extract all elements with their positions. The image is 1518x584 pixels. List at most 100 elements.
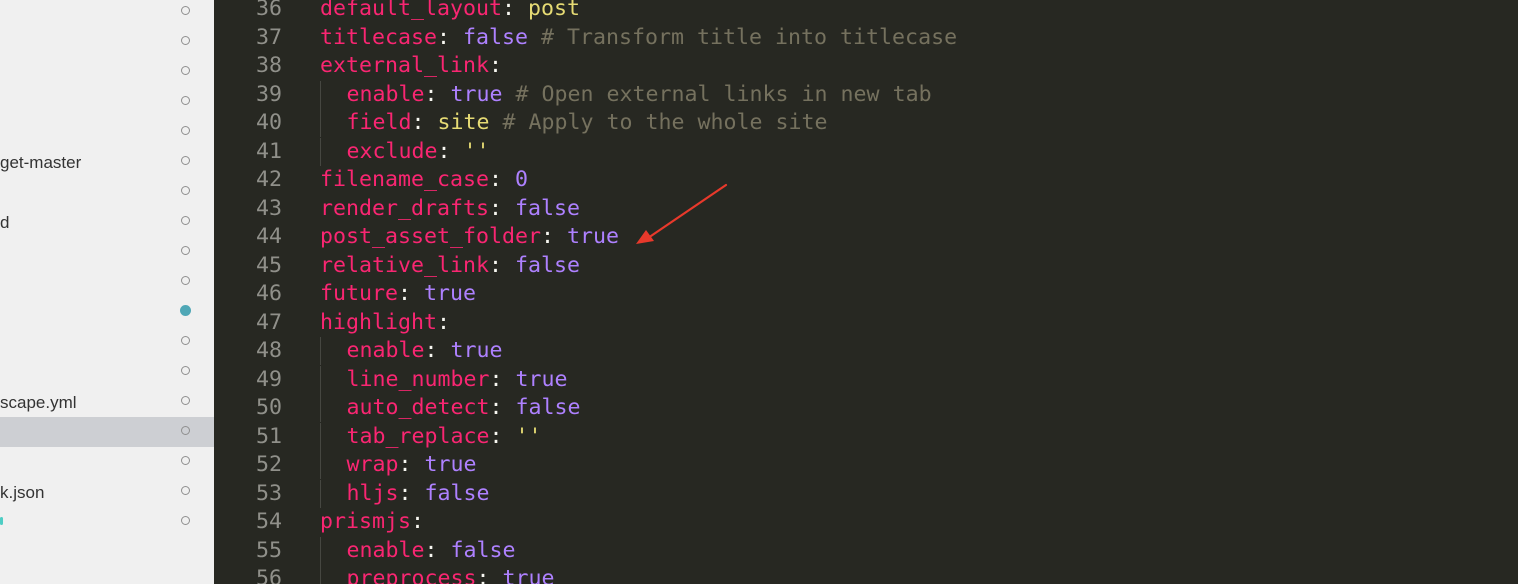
code-token: : [424, 537, 451, 563]
status-circle-icon [181, 246, 190, 255]
code-token: filename_case [320, 167, 490, 192]
sidebar-file-item[interactable] [0, 177, 214, 207]
sidebar-file-item[interactable] [0, 87, 214, 117]
code-text: post_asset_folder: true [320, 223, 619, 251]
sidebar-file-item[interactable] [0, 297, 214, 327]
code-token: : [489, 366, 516, 392]
code-token: false [515, 395, 581, 420]
line-number: 47 [256, 309, 283, 335]
sidebar-file-label: get-master [0, 153, 82, 172]
code-token: : [489, 195, 516, 221]
code-text: tab_replace: '' [347, 423, 542, 451]
code-token: titlecase [320, 24, 438, 50]
code-text: preprocess: true [347, 565, 555, 584]
status-circle-icon [181, 456, 190, 465]
code-token: : [398, 480, 425, 506]
code-token: post_asset_folder [320, 224, 542, 249]
code-token: : [411, 110, 438, 135]
indent-guide [320, 109, 321, 137]
sidebar-file-item[interactable] [0, 417, 214, 447]
code-token: : [541, 224, 568, 249]
status-circle-icon [181, 216, 190, 225]
code-editor[interactable]: 36 default_layout: post 37 titlecase: false… [214, 0, 1518, 584]
code-token: : [489, 53, 503, 78]
status-circle-icon [181, 66, 190, 75]
code-token: false [424, 480, 490, 506]
code-token: '' [515, 423, 542, 449]
line-number: 51 [256, 423, 283, 449]
sidebar-file-item[interactable] [0, 357, 214, 387]
indent-guide [320, 422, 321, 451]
code-text: hljs: false [347, 480, 490, 508]
code-token: false [463, 24, 529, 50]
status-circle-icon [181, 126, 190, 135]
modified-dot-icon [180, 305, 191, 316]
code-token: wrap [346, 452, 399, 477]
sidebar-file-item[interactable] [0, 507, 214, 537]
code-text: external_link: [320, 52, 502, 80]
code-token: false [515, 195, 581, 221]
code-text: enable: true [347, 337, 503, 365]
code-token: false [515, 252, 581, 278]
sidebar-file-item[interactable]: d [0, 207, 214, 237]
sidebar-file-label: d [0, 213, 10, 232]
code-token: true [424, 452, 477, 477]
code-token: : [398, 452, 425, 477]
status-circle-icon [181, 6, 190, 15]
code-text: titlecase: false # Transform title into … [320, 24, 957, 52]
code-text: field: site # Apply to the whole site [347, 109, 828, 137]
indent-guide [320, 565, 321, 584]
indent-guide [320, 337, 321, 365]
line-number: 56 [256, 566, 283, 584]
code-token: auto_detect [346, 395, 490, 420]
sidebar-file-item[interactable] [0, 447, 214, 477]
sidebar-file-item[interactable] [0, 0, 214, 27]
sidebar-file-item[interactable]: scape.yml [0, 387, 214, 417]
code-token: preprocess [346, 566, 477, 584]
sidebar-file-item[interactable] [0, 27, 214, 57]
code-token: future [320, 281, 399, 306]
status-circle-icon [181, 426, 190, 435]
code-token: : [489, 167, 516, 192]
sidebar-file-item[interactable] [0, 237, 214, 267]
status-circle-icon [181, 36, 190, 45]
code-text: line_number: true [347, 366, 568, 394]
code-text: highlight: [320, 309, 450, 337]
code-token: true [450, 338, 503, 363]
code-text: exclude: '' [347, 138, 490, 166]
sidebar-file-item[interactable]: k.json [0, 477, 214, 507]
code-token: render_drafts [320, 195, 490, 221]
line-number: 50 [256, 395, 283, 420]
sidebar-file-item[interactable] [0, 327, 214, 357]
indent-guide [320, 451, 321, 479]
code-token: # Transform title into titlecase [528, 24, 958, 50]
sidebar-file-item[interactable] [0, 267, 214, 297]
code-token: : [424, 338, 451, 363]
code-token: : [489, 395, 516, 420]
code-token: # Open external links in new tab [502, 81, 932, 107]
code-text: render_drafts: false [320, 195, 580, 223]
code-token: true [450, 81, 503, 107]
line-number: 43 [256, 195, 283, 221]
line-number: 40 [256, 110, 283, 135]
line-number: 44 [256, 224, 283, 249]
indent-guide [320, 80, 321, 109]
indent-guide [320, 479, 321, 508]
status-circle-icon [181, 486, 190, 495]
code-token: enable [346, 81, 425, 107]
file-type-icon [0, 517, 3, 525]
code-text: wrap: true [347, 451, 477, 479]
indent-guide [320, 365, 321, 394]
sidebar-file-item[interactable] [0, 57, 214, 87]
sidebar-file-item[interactable] [0, 117, 214, 147]
status-circle-icon [181, 336, 190, 345]
code-token: : [476, 566, 503, 584]
sidebar-file-item[interactable]: get-master [0, 147, 214, 177]
file-sidebar: get-master d scape.yml k.json [0, 0, 214, 584]
code-token: : [398, 281, 425, 306]
code-token: : [502, 0, 529, 21]
code-token: : [437, 309, 451, 335]
line-number: 52 [256, 452, 283, 477]
code-token: : [424, 81, 451, 107]
code-token: field [346, 110, 412, 135]
